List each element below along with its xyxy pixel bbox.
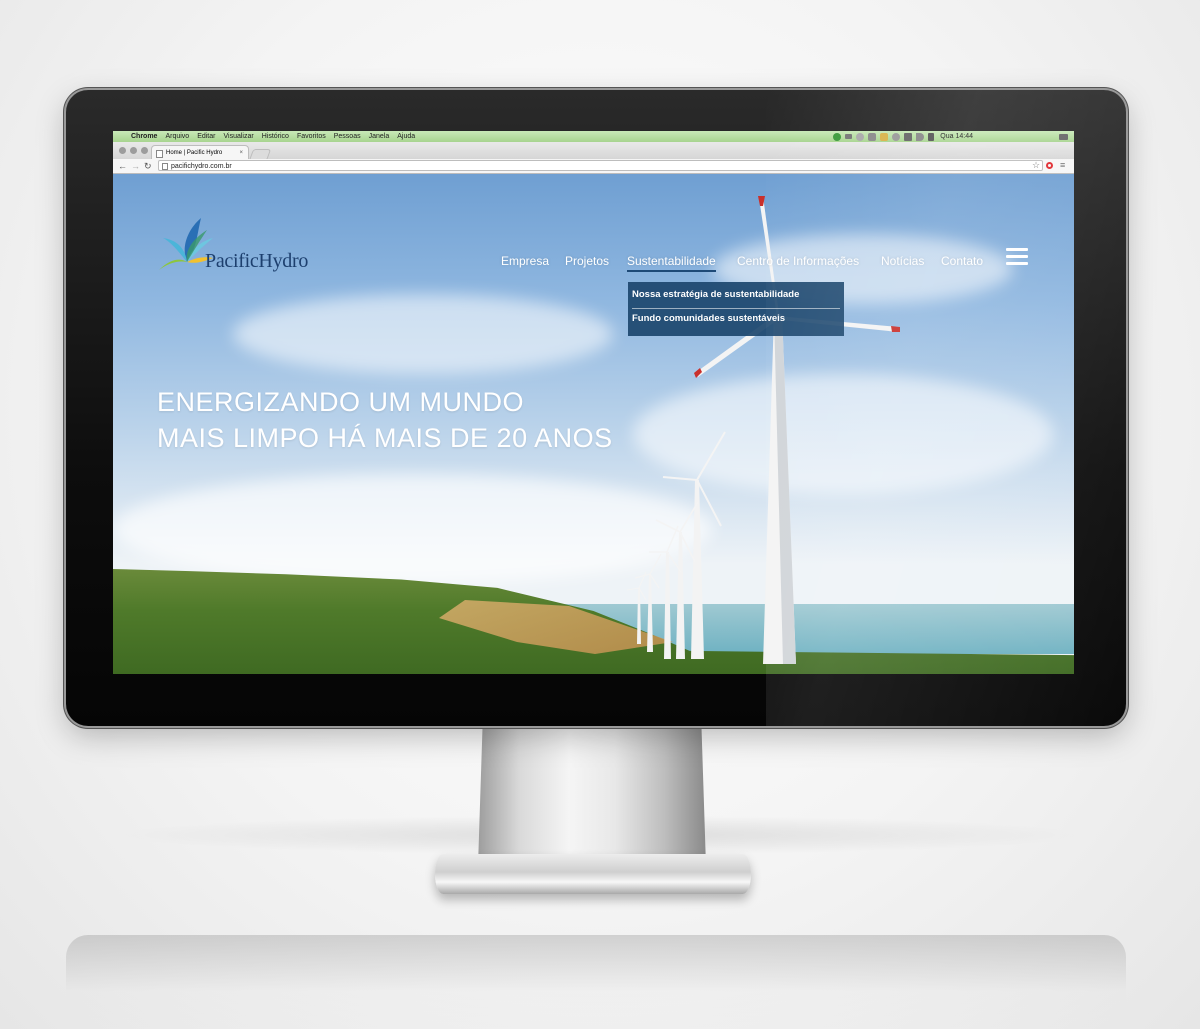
spotlight-search-icon[interactable] — [1047, 133, 1055, 141]
monitor-bezel: Chrome Arquivo Editar Visualizar Históri… — [66, 90, 1126, 726]
address-bar[interactable]: pacifichydro.com.br — [158, 160, 1043, 171]
umbrella-icon[interactable] — [845, 134, 853, 139]
opera-extension-icon[interactable] — [1046, 162, 1053, 169]
nav-empresa[interactable]: Empresa — [501, 254, 549, 268]
dropdown-item-fundo-comunidades[interactable]: Fundo comunidades sustentáveis — [628, 310, 844, 332]
sync-icon[interactable] — [892, 132, 901, 141]
dropdown-item-estrategia[interactable]: Nossa estratégia de sustentabilidade — [628, 286, 844, 308]
volume-icon[interactable] — [928, 132, 935, 141]
screen: Chrome Arquivo Editar Visualizar Históri… — [113, 131, 1074, 674]
wind-turbine — [626, 571, 647, 644]
menu-ajuda[interactable]: Ajuda — [397, 131, 415, 142]
mac-menubar: Chrome Arquivo Editar Visualizar Históri… — [113, 131, 1074, 142]
hero-headline: ENERGIZANDO UM MUNDO MAIS LIMPO HÁ MAIS … — [157, 384, 613, 456]
monitor-stand-neck — [478, 726, 706, 866]
menu-historico[interactable]: Histórico — [262, 131, 289, 142]
menu-favoritos[interactable]: Favoritos — [297, 131, 326, 142]
hamburger-menu-icon[interactable] — [1006, 248, 1028, 266]
browser-toolbar: ← → ↻ pacifichydro.com.br ☆ ≡ — [113, 159, 1074, 174]
tab-close-icon[interactable]: × — [239, 146, 243, 160]
browser-tabstrip: Home | Pacific Hydro × — [113, 142, 1074, 161]
notification-center-icon[interactable] — [1059, 133, 1068, 140]
page-icon — [156, 150, 163, 158]
dropdown-divider — [632, 308, 840, 309]
page-info-icon[interactable] — [162, 163, 168, 170]
chrome-menu-icon[interactable]: ≡ — [1060, 159, 1065, 172]
status-app-icon[interactable] — [833, 132, 842, 141]
moon-icon[interactable] — [856, 132, 865, 141]
menubar-clock[interactable]: Qua 14:44 — [940, 131, 973, 142]
menu-editar[interactable]: Editar — [197, 131, 215, 142]
main-navigation: Empresa Projetos Sustentabilidade Centro… — [113, 254, 1074, 274]
hero-headline-line-2: MAIS LIMPO HÁ MAIS DE 20 ANOS — [157, 423, 613, 453]
nav-contato[interactable]: Contato — [941, 254, 983, 268]
close-window-button[interactable] — [119, 147, 126, 154]
hero-headline-line-1: ENERGIZANDO UM MUNDO — [157, 387, 524, 417]
monitor-stand-base — [435, 854, 751, 894]
address-url: pacifichydro.com.br — [171, 163, 232, 170]
wind-turbine — [662, 431, 726, 659]
nav-sustentabilidade[interactable]: Sustentabilidade — [627, 254, 716, 272]
wifi-icon[interactable] — [916, 132, 925, 141]
menubar-status-area: Qua 14:44 — [831, 131, 1074, 142]
nav-noticias[interactable]: Notícias — [881, 254, 924, 268]
menu-pessoas[interactable]: Pessoas — [334, 131, 361, 142]
zoom-window-button[interactable] — [141, 147, 148, 154]
window-controls — [119, 147, 152, 154]
wind-turbine — [649, 525, 682, 659]
tab-title: Home | Pacific Hydro — [166, 150, 223, 156]
sustentabilidade-dropdown: Nossa estratégia de sustentabilidade Fun… — [628, 282, 844, 336]
forward-arrow-icon[interactable]: → — [131, 160, 140, 172]
back-arrow-icon[interactable]: ← — [118, 160, 127, 172]
menu-arquivo[interactable]: Arquivo — [165, 131, 189, 142]
monitor-reflection — [66, 935, 1126, 1029]
menu-visualizar[interactable]: Visualizar — [223, 131, 253, 142]
menu-janela[interactable]: Janela — [369, 131, 390, 142]
nav-centro-de-informacoes[interactable]: Centro de Informações — [737, 254, 859, 268]
reload-icon[interactable]: ↻ — [144, 160, 152, 172]
shield-icon[interactable] — [868, 132, 877, 141]
browser-tab[interactable]: Home | Pacific Hydro × — [151, 145, 249, 159]
website-hero: PacificHydro Empresa Projetos Sustentabi… — [113, 174, 1074, 674]
menu-app-name[interactable]: Chrome — [131, 131, 157, 142]
lock-icon[interactable] — [880, 132, 889, 141]
minimize-window-button[interactable] — [130, 147, 137, 154]
binoculars-icon[interactable] — [904, 132, 913, 141]
nav-projetos[interactable]: Projetos — [565, 254, 609, 268]
bookmark-star-icon[interactable]: ☆ — [1032, 159, 1040, 172]
